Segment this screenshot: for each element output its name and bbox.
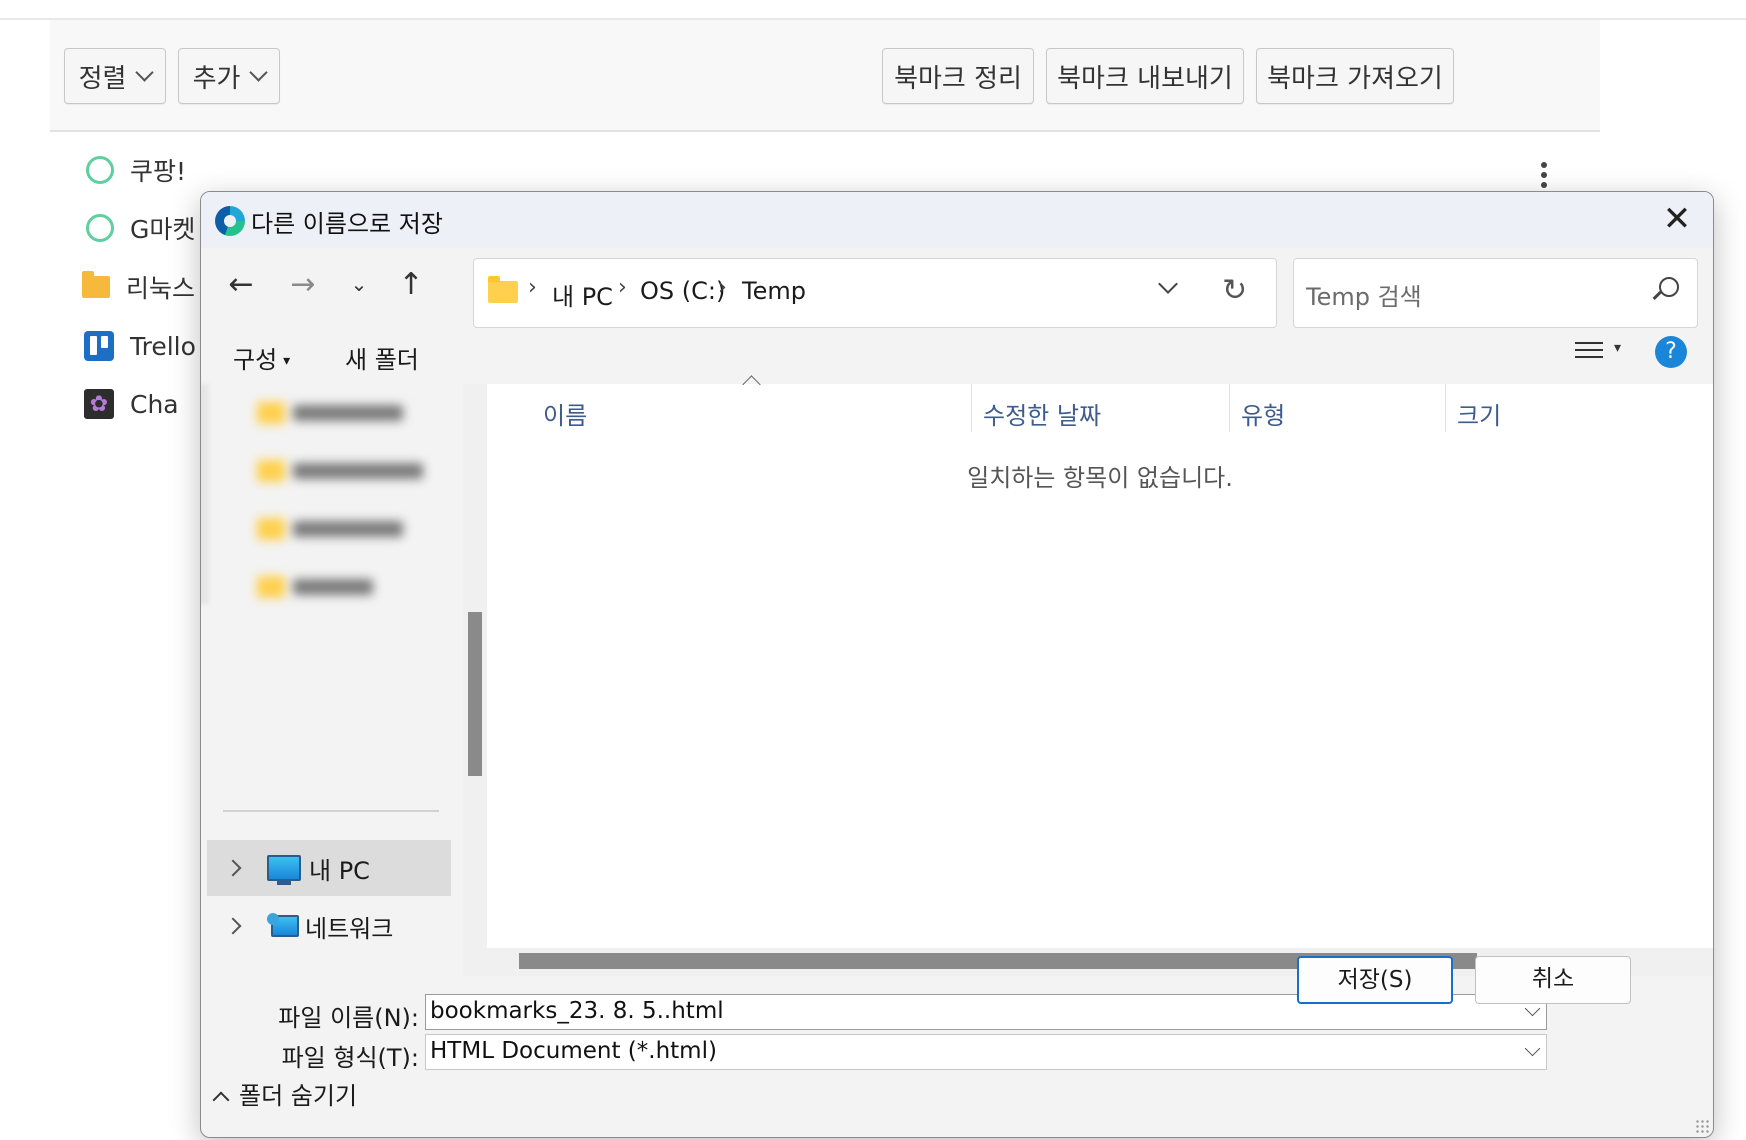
- hide-folders-label: 폴더 숨기기: [239, 1082, 358, 1110]
- tree-item-label: 네트워크: [305, 914, 394, 943]
- refresh-icon[interactable]: ↻: [1222, 273, 1247, 308]
- dialog-titlebar: 다른 이름으로 저장 ✕: [201, 192, 1713, 248]
- up-arrow-icon[interactable]: ↑: [391, 264, 431, 304]
- save-button[interactable]: 저장(S): [1297, 956, 1453, 1004]
- sort-button[interactable]: 정렬: [64, 48, 166, 104]
- app-logo-icon: [215, 206, 245, 236]
- ring-icon: [86, 156, 114, 184]
- bookmark-label: G마켓: [130, 215, 196, 244]
- list-item[interactable]: G마켓: [80, 208, 195, 248]
- search-box[interactable]: Temp 검색: [1293, 258, 1698, 328]
- blurred-folder-item: [257, 398, 403, 428]
- chevron-right-icon: ›: [718, 275, 727, 300]
- address-bar[interactable]: › 내 PC › OS (C:) › Temp ↻: [473, 258, 1277, 328]
- expand-chevron-icon[interactable]: [224, 859, 242, 877]
- forward-arrow-icon[interactable]: →: [283, 264, 323, 304]
- caret-down-icon: ▾: [283, 353, 291, 369]
- column-header-type[interactable]: 유형: [1241, 396, 1285, 431]
- top-edge: [0, 0, 1746, 20]
- tree-item-label: 내 PC: [309, 856, 370, 885]
- file-type-value: HTML Document (*.html): [430, 1038, 717, 1064]
- import-bookmarks-button[interactable]: 북마크 가져오기: [1256, 48, 1454, 104]
- column-divider[interactable]: [1229, 384, 1230, 432]
- tree-item-network[interactable]: 네트워크: [207, 898, 451, 954]
- navigation-bar: ← → ⌄ ↑ › 내 PC › OS (C:) › Temp ↻ Temp 검…: [201, 248, 1713, 330]
- bookmark-label: Trello: [130, 331, 196, 361]
- computer-icon: [267, 855, 301, 885]
- trello-icon: [84, 331, 114, 361]
- column-header-modified[interactable]: 수정한 날짜: [983, 396, 1101, 431]
- organize-bookmarks-button[interactable]: 북마크 정리: [882, 48, 1034, 104]
- navigation-pane: 내 PC 네트워크: [201, 384, 463, 976]
- chevron-right-icon: ›: [528, 275, 537, 300]
- save-as-dialog: 다른 이름으로 저장 ✕ ← → ⌄ ↑ › 내 PC › OS (C:) › …: [200, 191, 1714, 1138]
- blurred-folder-item: [257, 456, 423, 486]
- organize-menu[interactable]: 구성 ▾: [233, 340, 290, 375]
- sort-button-label: 정렬: [78, 63, 127, 94]
- bookmark-label: 리눅스: [126, 274, 196, 303]
- address-dropdown-icon[interactable]: [1154, 275, 1184, 305]
- list-item[interactable]: 쿠팡!: [80, 150, 186, 190]
- network-icon: [267, 913, 299, 939]
- file-list: 이름 수정한 날짜 유형 크기 일치하는 항목이 없습니다.: [487, 375, 1713, 976]
- breadcrumb-temp[interactable]: Temp: [742, 277, 806, 305]
- bookmark-toolbar: 정렬 추가 북마크 정리 북마크 내보내기 북마크 가져오기: [50, 20, 1600, 132]
- blurred-scroll-track: [201, 384, 209, 604]
- tree-item-my-pc[interactable]: 내 PC: [207, 840, 451, 896]
- hide-folders-button[interactable]: 폴더 숨기기: [212, 1076, 358, 1111]
- chevron-down-icon: [249, 62, 269, 82]
- file-type-select[interactable]: HTML Document (*.html): [425, 1034, 1547, 1070]
- chatgpt-icon: ✿: [84, 389, 114, 419]
- chevron-down-icon: [135, 62, 155, 82]
- recent-locations-chevron-icon[interactable]: ⌄: [339, 264, 379, 304]
- caret-down-icon[interactable]: ▾: [1614, 340, 1621, 356]
- breadcrumb-os-c[interactable]: OS (C:): [640, 277, 725, 305]
- ring-icon: [86, 214, 114, 242]
- blurred-folder-item: [257, 572, 373, 602]
- folder-icon: [488, 276, 518, 303]
- close-icon[interactable]: ✕: [1659, 202, 1695, 238]
- scrollbar-thumb[interactable]: [468, 612, 482, 776]
- empty-message: 일치하는 항목이 없습니다.: [967, 464, 1233, 492]
- help-icon[interactable]: ?: [1655, 336, 1687, 368]
- bookmark-label: 쿠팡!: [130, 157, 187, 186]
- more-options-icon[interactable]: [1540, 162, 1548, 194]
- nav-divider: [223, 810, 439, 812]
- add-button[interactable]: 추가: [178, 48, 280, 104]
- list-item[interactable]: ✿ Cha: [80, 384, 179, 424]
- bookmark-label: Cha: [130, 389, 179, 419]
- expand-chevron-icon[interactable]: [224, 917, 242, 935]
- organize-label: 구성: [233, 346, 278, 374]
- cancel-button[interactable]: 취소: [1475, 956, 1631, 1004]
- chevron-down-icon[interactable]: [1524, 1040, 1541, 1057]
- new-folder-button[interactable]: 새 폴더: [345, 340, 419, 375]
- back-arrow-icon[interactable]: ←: [221, 264, 261, 304]
- list-item[interactable]: 리눅스: [80, 267, 195, 307]
- add-button-label: 추가: [192, 63, 241, 94]
- resize-grip-icon[interactable]: [1695, 1119, 1709, 1133]
- column-divider[interactable]: [971, 384, 972, 432]
- export-bookmarks-button[interactable]: 북마크 내보내기: [1046, 48, 1244, 104]
- dialog-footer: 폴더 숨기기: [201, 1082, 1713, 1137]
- dialog-title: 다른 이름으로 저장: [251, 210, 443, 238]
- command-bar: 구성 ▾ 새 폴더 ▾ ?: [201, 330, 1713, 384]
- search-icon: [1659, 277, 1679, 297]
- chevron-up-icon: [212, 1091, 230, 1109]
- nav-scrollbar[interactable]: [463, 384, 487, 976]
- breadcrumb-my-pc[interactable]: 내 PC: [552, 277, 613, 312]
- blurred-folder-item: [257, 514, 403, 544]
- folder-icon: [82, 271, 110, 298]
- file-type-label: 파일 형식(T):: [281, 1044, 419, 1072]
- view-options-icon[interactable]: [1575, 342, 1603, 366]
- file-name-value: bookmarks_23. 8. 5..html: [430, 998, 724, 1024]
- list-item[interactable]: Trello: [80, 326, 196, 366]
- column-header-size[interactable]: 크기: [1457, 396, 1501, 431]
- column-header-name[interactable]: 이름: [543, 396, 587, 431]
- file-name-label: 파일 이름(N):: [278, 1004, 419, 1032]
- chevron-right-icon: ›: [618, 275, 627, 300]
- search-placeholder: Temp 검색: [1306, 283, 1422, 311]
- column-divider[interactable]: [1445, 384, 1446, 432]
